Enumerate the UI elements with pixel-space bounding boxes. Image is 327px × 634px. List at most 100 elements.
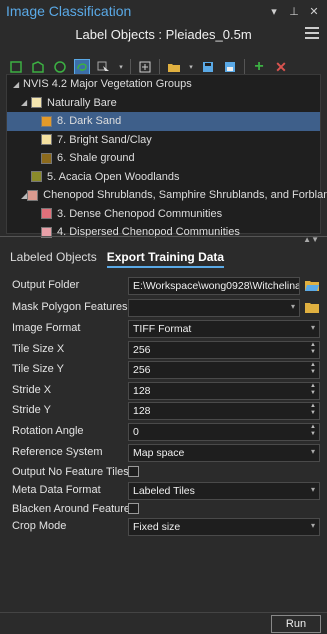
tree-item-label: 3. Dense Chenopod Communities — [57, 207, 223, 220]
label-schema-tree: ◢ NVIS 4.2 Major Vegetation Groups ◢ Nat… — [6, 74, 327, 238]
splitter-arrows-icon[interactable]: ▲▼ — [303, 235, 319, 244]
output-no-feature-label: Output No Feature Tiles — [12, 466, 129, 478]
toolbar-separator — [244, 59, 245, 75]
run-button[interactable]: Run — [271, 615, 321, 633]
tree-item-dense-chenopod[interactable]: 3. Dense Chenopod Communities — [7, 205, 320, 224]
metadata-format-row: Meta Data Format Labeled Tiles ▾ — [0, 481, 327, 501]
stride-x-input[interactable]: 128 ▲ ▼ — [128, 382, 320, 400]
window-title: Image Classification — [6, 3, 132, 19]
tree-item-label: 7. Bright Sand/Clay — [57, 133, 152, 146]
stride-y-row: Stride Y 128 ▲ ▼ — [0, 401, 327, 421]
pane-header: Label Objects : Pleiades_0.5m — [0, 22, 327, 46]
stride-y-input[interactable]: 128 ▲ ▼ — [128, 402, 320, 420]
title-bar: Image Classification ▾ ⊥ ✕ — [0, 0, 327, 22]
class-color-swatch — [41, 208, 52, 220]
rotation-angle-label: Rotation Angle — [12, 425, 84, 437]
output-folder-input[interactable]: E:\Workspace\wong0928\Witchelina — [128, 277, 300, 295]
rotation-angle-input[interactable]: 0 ▲ ▼ — [128, 423, 320, 441]
stride-x-value: 128 — [133, 385, 151, 397]
menu-icon[interactable] — [305, 27, 319, 41]
remove-icon[interactable]: ✕ — [273, 59, 289, 75]
pin-icon[interactable]: ⊥ — [287, 4, 301, 18]
stride-x-row: Stride X 128 ▲ ▼ — [0, 381, 327, 401]
add-icon[interactable]: + — [251, 58, 267, 75]
class-color-swatch — [31, 171, 42, 183]
reference-system-select[interactable]: Map space ▾ — [128, 444, 320, 462]
polygon-tool-icon[interactable] — [30, 59, 46, 75]
label-picker-icon[interactable] — [137, 59, 153, 75]
expand-arrow-icon[interactable]: ◢ — [21, 98, 31, 107]
image-format-select[interactable]: TIFF Format ▾ — [128, 320, 320, 338]
select-dropdown-icon[interactable]: ▾ — [118, 59, 124, 75]
blacken-around-checkbox[interactable] — [128, 503, 139, 514]
tree-item-chenopod[interactable]: ◢ Chenopod Shrublands, Samphire Shrublan… — [7, 186, 327, 205]
metadata-format-value: Labeled Tiles — [133, 485, 195, 497]
tile-size-y-input[interactable]: 256 ▲ ▼ — [128, 361, 320, 379]
tab-export-training-data[interactable]: Export Training Data — [106, 250, 225, 268]
tile-size-x-input[interactable]: 256 ▲ ▼ — [128, 341, 320, 359]
class-color-swatch — [41, 115, 52, 127]
chevron-down-icon: ▾ — [310, 521, 315, 530]
tree-item-bright-sand[interactable]: 7. Bright Sand/Clay — [7, 131, 320, 150]
chevron-down-icon: ▾ — [310, 323, 315, 332]
class-color-swatch — [27, 189, 39, 201]
open-dropdown-icon[interactable]: ▾ — [188, 59, 194, 75]
stride-y-value: 128 — [133, 405, 151, 417]
class-color-swatch — [41, 134, 52, 146]
footer-bar: Run — [0, 612, 327, 634]
spinner-icon[interactable]: ▲ ▼ — [310, 403, 316, 417]
image-format-row: Image Format TIFF Format ▾ — [0, 319, 327, 339]
crop-mode-label: Crop Mode — [12, 520, 67, 532]
crop-mode-select[interactable]: Fixed size ▾ — [128, 518, 320, 536]
tree-item-dark-sand[interactable]: 8. Dark Sand — [7, 112, 320, 131]
tree-item-acacia[interactable]: 5. Acacia Open Woodlands — [7, 168, 320, 187]
stride-x-label: Stride X — [12, 384, 52, 396]
pane-splitter[interactable]: ▲▼ — [0, 235, 327, 244]
save-as-icon[interactable] — [222, 59, 238, 75]
tile-size-y-value: 256 — [133, 364, 151, 376]
browse-folder-icon[interactable] — [304, 278, 320, 292]
tree-item-shale-ground[interactable]: 6. Shale ground — [7, 149, 320, 168]
tab-labeled-objects[interactable]: Labeled Objects — [10, 250, 97, 268]
expand-arrow-icon[interactable]: ◢ — [13, 80, 23, 89]
blacken-around-label: Blacken Around Feature — [12, 503, 131, 515]
open-folder-icon[interactable] — [166, 59, 182, 75]
save-icon[interactable] — [200, 59, 216, 75]
tile-size-x-row: Tile Size X 256 ▲ ▼ — [0, 340, 327, 360]
spinner-icon[interactable]: ▲ ▼ — [310, 383, 316, 397]
output-no-feature-checkbox[interactable] — [128, 466, 139, 477]
class-color-swatch — [41, 152, 52, 164]
spinner-icon[interactable]: ▲ ▼ — [310, 424, 316, 438]
chevron-down-icon: ▾ — [310, 485, 315, 494]
toolbar-separator — [130, 59, 131, 75]
chevron-down-icon: ▾ — [310, 447, 315, 456]
tree-root[interactable]: ◢ NVIS 4.2 Major Vegetation Groups — [7, 75, 320, 94]
spinner-icon[interactable]: ▲ ▼ — [310, 362, 316, 376]
tile-size-x-label: Tile Size X — [12, 343, 65, 355]
tile-size-x-value: 256 — [133, 344, 151, 356]
dropdown-icon[interactable]: ▾ — [267, 4, 281, 18]
select-tool-icon[interactable] — [96, 59, 112, 75]
mask-polygon-select[interactable]: ▾ — [128, 299, 300, 317]
output-folder-row: Output Folder E:\Workspace\wong0928\Witc… — [0, 276, 327, 296]
tree-item-naturally-bare[interactable]: ◢ Naturally Bare — [7, 94, 320, 113]
tree-item-label: Naturally Bare — [47, 96, 117, 109]
image-format-value: TIFF Format — [133, 323, 192, 335]
metadata-format-select[interactable]: Labeled Tiles ▾ — [128, 482, 320, 500]
circle-tool-icon[interactable] — [52, 59, 68, 75]
mask-polygon-row: Mask Polygon Features ▾ — [0, 298, 327, 318]
rectangle-tool-icon[interactable] — [8, 59, 24, 75]
tile-size-y-label: Tile Size Y — [12, 363, 64, 375]
tile-size-y-row: Tile Size Y 256 ▲ ▼ — [0, 360, 327, 380]
chevron-down-icon: ▾ — [290, 302, 295, 311]
lasso-tool-icon[interactable] — [74, 59, 90, 75]
close-icon[interactable]: ✕ — [307, 4, 321, 18]
spinner-icon[interactable]: ▲ ▼ — [310, 342, 316, 356]
class-color-swatch — [31, 97, 42, 109]
rotation-angle-value: 0 — [133, 426, 139, 438]
browse-folder-icon[interactable] — [304, 300, 320, 314]
reference-system-row: Reference System Map space ▾ — [0, 443, 327, 463]
rotation-angle-row: Rotation Angle 0 ▲ ▼ — [0, 422, 327, 442]
stride-y-label: Stride Y — [12, 404, 51, 416]
pane-header-label: Label Objects : Pleiades_0.5m — [75, 26, 252, 42]
